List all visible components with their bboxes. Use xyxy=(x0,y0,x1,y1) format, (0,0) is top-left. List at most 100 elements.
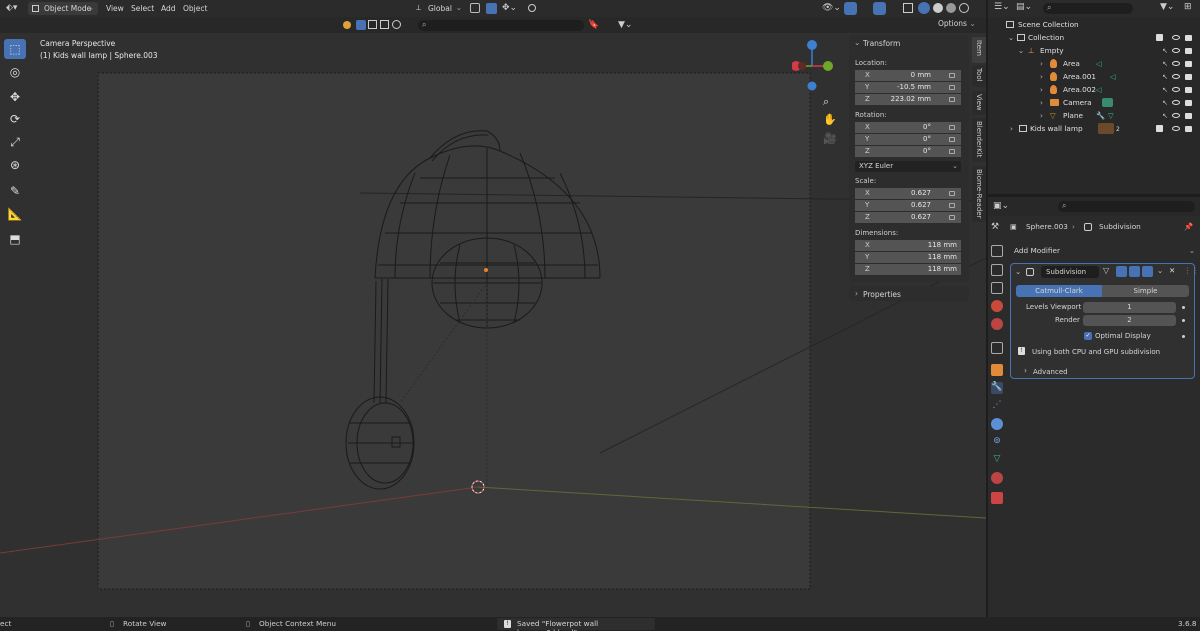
rotation-x-field[interactable]: X 0° xyxy=(855,122,961,133)
camera-icon[interactable] xyxy=(1185,113,1192,119)
pin-icon[interactable]: 📌 xyxy=(1184,221,1193,233)
cursor-tool[interactable]: ◎ xyxy=(4,62,26,82)
annotate-tool[interactable]: ✎ xyxy=(4,181,26,201)
chevron-right-icon[interactable]: › xyxy=(1024,366,1027,375)
lock-icon[interactable] xyxy=(949,149,955,154)
physics-properties-icon[interactable] xyxy=(991,418,1003,430)
lock-icon[interactable] xyxy=(949,125,955,130)
eye-icon[interactable] xyxy=(1172,74,1180,79)
options-dropdown[interactable]: Options ⌄ xyxy=(938,19,978,31)
outliner-row-collection[interactable]: ⌄ Collection xyxy=(998,31,1198,44)
pointer-icon[interactable]: ↖ xyxy=(1162,109,1168,122)
cage-toggle-icon[interactable] xyxy=(1116,266,1127,277)
outliner-row-plane[interactable]: › ▽ Plane 🔧 ▽ ↖ xyxy=(998,109,1198,122)
object-properties-icon[interactable] xyxy=(991,364,1003,376)
keyframe-dot-icon[interactable] xyxy=(1182,319,1185,322)
material-shading-icon[interactable] xyxy=(946,3,956,13)
render-levels-field[interactable]: 2 xyxy=(1083,315,1176,326)
location-z-field[interactable]: Z 223.02 mm xyxy=(855,94,961,105)
eye-icon[interactable] xyxy=(1172,35,1180,40)
outliner-row-area[interactable]: › Area ◁ ↖ xyxy=(998,57,1198,70)
keyframe-dot-icon[interactable] xyxy=(1182,335,1185,338)
pointer-icon[interactable]: ↖ xyxy=(1162,57,1168,70)
render-properties-icon[interactable] xyxy=(991,245,1003,257)
levels-viewport-field[interactable]: 1 xyxy=(1083,302,1176,313)
optimal-display-checkbox[interactable]: ✓ xyxy=(1084,332,1092,340)
snap-target-icon[interactable]: ✥⌄ xyxy=(502,3,517,13)
scale-tool[interactable]: ⤢ xyxy=(4,132,26,152)
close-icon[interactable]: ✕ xyxy=(1169,266,1175,275)
camera-icon[interactable] xyxy=(1185,74,1192,80)
pointer-icon[interactable]: ↖ xyxy=(1162,83,1168,96)
add-cube-tool[interactable]: ⬒ xyxy=(4,229,26,249)
eye-icon[interactable] xyxy=(1172,61,1180,66)
rotation-mode-dropdown[interactable]: XYZ Euler ⌄ xyxy=(855,161,961,172)
pivot-icon[interactable] xyxy=(470,3,480,13)
lock-icon[interactable] xyxy=(949,191,955,196)
scale-z-field[interactable]: Z 0.627 xyxy=(855,212,961,223)
menu-object[interactable]: Object xyxy=(183,4,207,13)
eye-icon[interactable] xyxy=(1172,48,1180,53)
advanced-subpanel-label[interactable]: Advanced xyxy=(1033,368,1068,376)
lock-icon[interactable] xyxy=(949,215,955,220)
collection-color-icon[interactable] xyxy=(343,21,351,29)
drag-handle-icon[interactable]: ⋮⋮ xyxy=(1184,266,1199,275)
properties-search-input[interactable]: ⌕ xyxy=(1058,201,1195,212)
chevron-down-icon[interactable]: ⌄ xyxy=(1157,266,1163,275)
search-input[interactable]: ⌕ xyxy=(418,20,584,31)
catmull-clark-button[interactable]: Catmull-Clark xyxy=(1016,285,1102,297)
tab-biome-reader[interactable]: Biome-Reader xyxy=(972,166,986,222)
rotation-y-field[interactable]: Y 0° xyxy=(855,134,961,145)
edit-mode-toggle-icon[interactable]: ▽ xyxy=(1103,266,1114,277)
scale-x-field[interactable]: X 0.627 xyxy=(855,188,961,199)
tab-view[interactable]: View xyxy=(972,91,986,115)
texture-properties-icon[interactable] xyxy=(991,492,1003,504)
dimension-x-field[interactable]: X 118 mm xyxy=(855,240,961,251)
xray-icon[interactable] xyxy=(903,3,913,13)
lock-icon[interactable] xyxy=(949,137,955,142)
lock-icon[interactable] xyxy=(949,203,955,208)
lock-icon[interactable] xyxy=(949,85,955,90)
camera-icon[interactable] xyxy=(1185,61,1192,67)
camera-icon[interactable] xyxy=(1185,126,1192,132)
lock-icon[interactable] xyxy=(949,97,955,102)
collection-properties-icon[interactable] xyxy=(991,342,1003,354)
tab-blenderkit[interactable]: BlenderKit xyxy=(972,118,986,162)
tool-properties-icon[interactable]: ⚒ xyxy=(991,222,1003,234)
filter-icon[interactable]: ▼⌄ xyxy=(1160,2,1174,12)
checkbox-icon[interactable] xyxy=(1156,34,1163,41)
eye-icon[interactable] xyxy=(1172,113,1180,118)
editor-type-icon[interactable]: ▣⌄ xyxy=(993,201,1009,211)
measure-tool[interactable]: 📐 xyxy=(4,204,26,224)
checkbox-icon[interactable] xyxy=(1156,125,1163,132)
outliner-row-kids-wall-lamp[interactable]: › Kids wall lamp 2 xyxy=(998,122,1198,135)
outliner-row-area-001[interactable]: › Area.001 ◁ ↖ xyxy=(998,70,1198,83)
editor-type-icon[interactable]: ☰⌄ xyxy=(994,2,1010,12)
output-properties-icon[interactable] xyxy=(991,264,1003,276)
menu-select[interactable]: Select xyxy=(131,4,154,13)
menu-add[interactable]: Add xyxy=(161,4,176,13)
pan-hand-icon[interactable]: ✋ xyxy=(823,113,837,126)
rotation-z-field[interactable]: Z 0° xyxy=(855,146,961,157)
pointer-icon[interactable]: ↖ xyxy=(1162,44,1168,57)
constraints-properties-icon[interactable]: ⊚ xyxy=(991,436,1003,448)
material-properties-icon[interactable] xyxy=(991,472,1003,484)
menu-view[interactable]: View xyxy=(106,4,124,13)
filter-icons[interactable] xyxy=(356,20,406,30)
outliner-row-camera[interactable]: › Camera ↖ xyxy=(998,96,1198,109)
outliner-row-scene-collection[interactable]: Scene Collection xyxy=(998,18,1198,31)
chevron-down-icon[interactable]: ⌄ xyxy=(1015,267,1021,276)
camera-icon[interactable] xyxy=(1185,87,1192,93)
proportional-edit-icon[interactable] xyxy=(528,4,536,12)
snap-icon[interactable] xyxy=(486,3,497,14)
select-box-tool[interactable]: ⬚ xyxy=(4,39,26,59)
rendered-shading-icon[interactable] xyxy=(959,3,969,13)
navigation-gizmo[interactable] xyxy=(791,39,836,95)
bookmark-icon[interactable]: 🔖 xyxy=(588,20,599,30)
particles-properties-icon[interactable]: ⋰ xyxy=(991,400,1003,412)
add-modifier-dropdown[interactable]: Add Modifier ⌄ xyxy=(1010,244,1195,257)
realtime-toggle-icon[interactable] xyxy=(1129,266,1140,277)
view-object-types-icon[interactable]: 👁⌄ xyxy=(822,3,841,13)
gizmo-toggle-icon[interactable] xyxy=(844,2,857,15)
solid-shading-icon[interactable] xyxy=(933,3,943,13)
